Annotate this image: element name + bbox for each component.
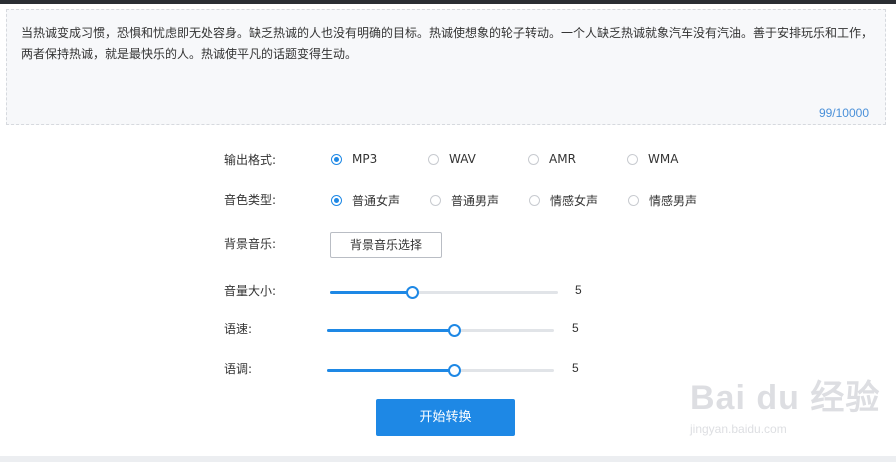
volume-slider-handle[interactable] xyxy=(406,286,420,299)
format-option-label: MP3 xyxy=(352,152,378,166)
voice-option-emotional-female[interactable]: 情感女声 xyxy=(529,192,598,209)
format-label: 输出格式: xyxy=(224,153,277,167)
radio-unchecked-icon[interactable] xyxy=(529,195,540,206)
watermark-logo: Bai du 经验 xyxy=(690,379,881,417)
watermark-url: jingyan.baidu.com xyxy=(690,422,787,436)
radio-unchecked-icon[interactable] xyxy=(628,195,639,206)
bottom-bar xyxy=(0,456,896,462)
volume-value: 5 xyxy=(575,283,582,297)
speed-label: 语速: xyxy=(224,322,253,336)
speed-slider[interactable] xyxy=(327,324,554,337)
voice-label: 音色类型: xyxy=(224,193,277,207)
voice-option-label: 普通女声 xyxy=(352,194,401,208)
radio-unchecked-icon[interactable] xyxy=(528,153,539,165)
bgm-select-button[interactable]: 背景音乐选择 xyxy=(330,232,442,258)
format-option-label: AMR xyxy=(549,152,576,166)
voice-option-normal-female[interactable]: 普通女声 xyxy=(331,192,400,209)
voice-option-label: 普通男声 xyxy=(451,194,500,208)
text-input-area[interactable]: 当热诚变成习惯，恐惧和忧虑即无处容身。缺乏热诚的人也没有明确的目标。热诚使想象的… xyxy=(6,9,886,125)
format-option-amr[interactable]: AMR xyxy=(528,152,576,166)
voice-option-normal-male[interactable]: 普通男声 xyxy=(430,192,499,209)
radio-checked-icon[interactable] xyxy=(331,153,342,165)
pitch-slider-fill xyxy=(327,369,455,372)
radio-unchecked-icon[interactable] xyxy=(627,153,638,165)
speed-value: 5 xyxy=(572,321,579,335)
pitch-slider[interactable] xyxy=(327,364,554,377)
volume-slider-fill xyxy=(330,291,413,294)
format-option-wav[interactable]: WAV xyxy=(428,152,476,166)
format-option-label: WMA xyxy=(648,152,679,166)
speed-slider-handle[interactable] xyxy=(448,324,462,337)
voice-option-label: 情感男声 xyxy=(649,194,698,208)
baidu-watermark: Bai du 经验 jingyan.baidu.com xyxy=(690,370,881,436)
format-option-label: WAV xyxy=(449,152,476,166)
start-convert-button[interactable]: 开始转换 xyxy=(376,399,515,436)
radio-unchecked-icon[interactable] xyxy=(430,195,441,206)
volume-label: 音量大小: xyxy=(224,284,277,298)
pitch-label: 语调: xyxy=(224,362,253,376)
voice-option-label: 情感女声 xyxy=(550,194,599,208)
format-option-wma[interactable]: WMA xyxy=(627,152,678,166)
radio-unchecked-icon[interactable] xyxy=(428,153,439,165)
top-bar xyxy=(0,0,896,4)
volume-slider[interactable] xyxy=(330,286,558,299)
char-counter: 99/10000 xyxy=(818,106,869,120)
voice-option-emotional-male[interactable]: 情感男声 xyxy=(628,192,697,209)
text-input-content[interactable]: 当热诚变成习惯，恐惧和忧虑即无处容身。缺乏热诚的人也没有明确的目标。热诚使想象的… xyxy=(21,23,881,65)
radio-checked-icon[interactable] xyxy=(331,195,342,206)
bgm-label: 背景音乐: xyxy=(224,237,277,251)
format-option-mp3[interactable]: MP3 xyxy=(331,152,377,166)
pitch-value: 5 xyxy=(572,361,579,375)
speed-slider-fill xyxy=(327,329,455,332)
pitch-slider-handle[interactable] xyxy=(448,364,462,377)
